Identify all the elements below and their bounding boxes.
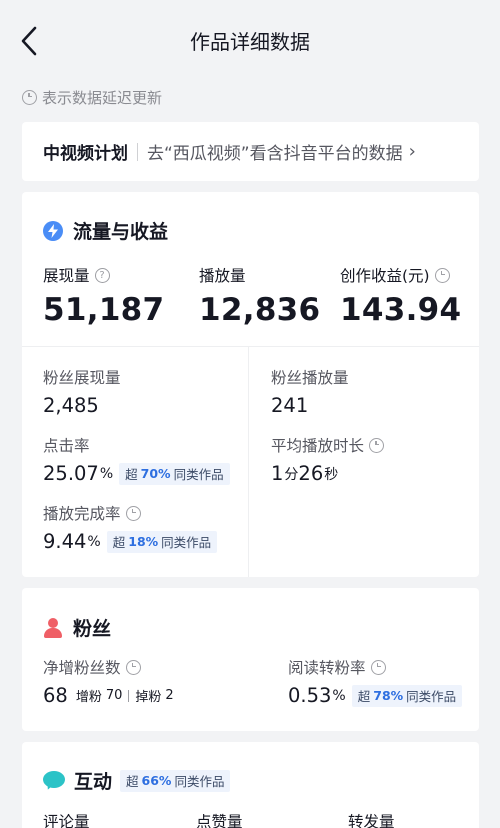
help-icon[interactable]: ? [94,267,110,283]
badge-prefix: 超 [125,467,138,482]
loss-label: 掉粉 [135,690,162,705]
chat-bubble-icon [43,771,65,791]
chevron-right-icon: › [408,141,416,162]
badge-suffix: 同类作品 [406,689,457,704]
comments-label: 评论量 [43,813,90,828]
mid-video-plan-card[interactable]: 中视频计划 去“西瓜视频”看含抖音平台的数据 › [22,122,479,181]
badge-prefix: 超 [126,774,139,789]
kpi-impressions: 展现量 ? 51,187 [43,264,164,328]
nav-bar: 作品详细数据 [0,0,500,80]
interaction-section-header: 互动 超 66% 同类作品 [43,767,231,794]
conversion-badge: 超 78% 同类作品 [351,684,463,707]
page-title: 作品详细数据 [190,30,310,54]
fan-plays-label: 粉丝播放量 [271,369,349,387]
divider [137,142,138,161]
badge-prefix: 超 [357,689,371,704]
kpi-plays: 播放量 12,836 [199,264,320,328]
fan-plays-value: 241 [271,394,309,417]
avg-duration-seconds: 26 [298,462,324,485]
net-fans-label: 净增粉丝数 [43,659,121,677]
metric-ctr: 点击率 25.07 % 超 70% 同类作品 [43,434,230,485]
metric-avg-duration: 平均播放时长 1 分 26 秒 [271,434,385,485]
ctr-badge: 超 70% 同类作品 [119,462,230,485]
loss-value: 2 [165,688,174,703]
avg-duration-minutes: 1 [271,462,284,485]
clock-icon [369,437,385,453]
gain-value: 70 [105,688,123,703]
traffic-section-title: 流量与收益 [73,221,169,243]
net-fans-value: 68 [43,684,68,707]
kpi-impressions-label: 展现量 [43,267,90,285]
completion-badge: 超 18% 同类作品 [106,530,218,553]
conversion-value: 0.53 [288,684,332,707]
completion-label: 播放完成率 [43,505,121,523]
shares-label: 转发量 [348,813,395,828]
fans-card: 粉丝 净增粉丝数 68 增粉 70 掉粉 2 阅读转粉率 0.53 % 超 78… [22,588,479,731]
divider [128,689,130,702]
avg-duration-min-unit: 分 [284,466,299,483]
metric-completion: 播放完成率 9.44 % 超 18% 同类作品 [43,502,218,553]
divider [248,347,249,577]
interaction-badge: 超 66% 同类作品 [120,769,231,792]
badge-percent: 78% [373,688,404,703]
completion-value: 9.44 [43,530,87,553]
clock-icon [125,505,141,521]
clock-icon [434,267,450,283]
traffic-revenue-card: 流量与收益 展现量 ? 51,187 播放量 12,836 创作收益(元) 14… [22,192,479,577]
interaction-card: 互动 超 66% 同类作品 评论量 点赞量 转发量 [22,742,479,828]
fans-section-header: 粉丝 [43,614,111,641]
kpi-plays-value: 12,836 [199,292,321,328]
fans-section-title: 粉丝 [73,618,112,640]
gain-label: 增粉 [75,690,102,705]
kpi-revenue-label: 创作收益(元) [340,267,430,285]
metric-net-fans: 净增粉丝数 68 增粉 70 掉粉 2 [43,656,174,707]
ctr-label: 点击率 [43,437,90,455]
avg-duration-sec-unit: 秒 [324,466,339,483]
badge-percent: 70% [140,466,171,481]
delay-notice: 表示数据延迟更新 [22,86,162,108]
kpi-impressions-value: 51,187 [43,292,165,328]
avg-duration-label: 平均播放时长 [271,437,365,455]
divider [22,346,479,347]
ctr-unit: % [99,465,114,482]
traffic-section-header: 流量与收益 [43,217,168,244]
ctr-value: 25.07 [43,462,99,485]
person-icon [43,617,63,638]
clock-icon [370,659,386,675]
plan-title: 中视频计划 [43,144,128,164]
badge-suffix: 同类作品 [174,774,225,789]
badge-suffix: 同类作品 [173,467,224,482]
metric-fan-plays: 粉丝播放量 241 [271,366,349,417]
badge-prefix: 超 [112,535,126,550]
bolt-icon [43,220,63,241]
metric-conversion: 阅读转粉率 0.53 % 超 78% 同类作品 [288,656,463,707]
clock-icon [125,659,141,675]
likes-label: 点赞量 [196,813,243,828]
xigua-link[interactable]: 去“西瓜视频”看含抖音平台的数据 [147,139,403,164]
completion-unit: % [87,533,101,550]
fan-impressions-label: 粉丝展现量 [43,369,121,387]
kpi-revenue: 创作收益(元) 143.94 [340,264,461,328]
fans-gain-loss: 增粉 70 掉粉 2 [76,686,174,705]
metric-fan-impressions: 粉丝展现量 2,485 [43,366,121,417]
badge-percent: 66% [141,773,172,788]
badge-suffix: 同类作品 [161,535,212,550]
kpi-plays-label: 播放量 [199,267,246,285]
delay-notice-text: 表示数据延迟更新 [42,88,163,107]
fan-impressions-value: 2,485 [43,394,99,417]
conversion-unit: % [332,687,346,704]
kpi-revenue-value: 143.94 [340,292,462,328]
badge-percent: 18% [128,534,159,549]
conversion-label: 阅读转粉率 [288,659,366,677]
clock-icon [22,89,37,105]
interaction-section-title: 互动 [74,771,113,793]
